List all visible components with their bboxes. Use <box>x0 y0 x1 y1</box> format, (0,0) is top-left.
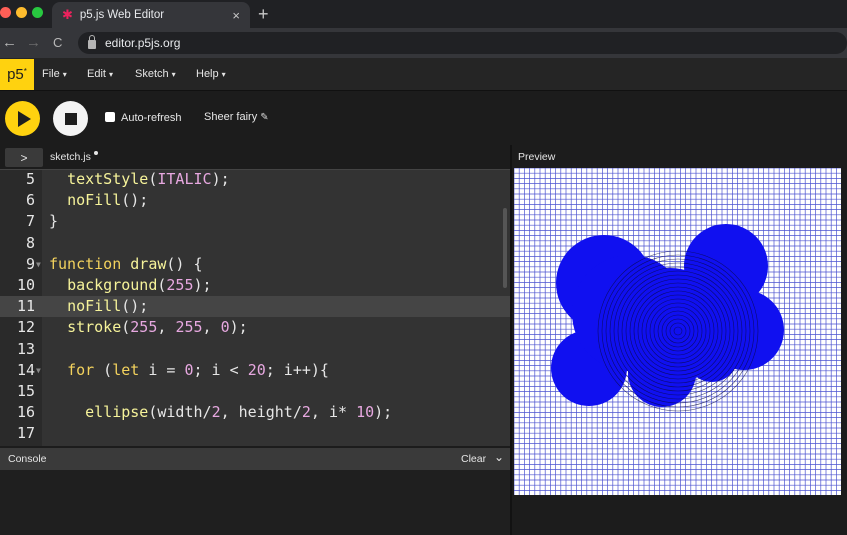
menu-sketch[interactable]: Sketch ▾ <box>135 68 176 80</box>
line-number: 13 <box>16 339 35 358</box>
tab-close-icon[interactable]: × <box>232 8 240 23</box>
fold-arrow-icon[interactable]: ▼ <box>36 360 41 381</box>
fold-arrow-icon[interactable]: ▼ <box>36 254 41 275</box>
console-clear-button[interactable]: Clear <box>461 453 486 465</box>
forward-icon[interactable]: → <box>26 34 41 51</box>
logo-text: p5 <box>7 66 24 83</box>
line-code: noFill(); <box>67 191 149 210</box>
chevron-down-icon: ▾ <box>171 70 176 79</box>
line-code: noFill(); <box>67 297 149 316</box>
sketch-toolbar: Auto-refresh Sheer fairy ✎ <box>0 92 847 144</box>
code-line[interactable]: 10 background(255); <box>0 275 510 296</box>
window-zoom-icon[interactable] <box>32 7 43 18</box>
browser-toolbar: ← → C editor.p5js.org <box>0 28 847 58</box>
code-line[interactable]: 7} <box>0 211 510 232</box>
code-line[interactable]: 17 <box>0 423 510 444</box>
stop-icon <box>64 112 77 125</box>
lock-icon <box>88 35 96 49</box>
menu-sketch-label: Sketch <box>135 68 169 80</box>
address-bar[interactable]: editor.p5js.org <box>78 32 847 54</box>
line-number: 5 <box>25 170 35 188</box>
unsaved-dot-icon <box>94 151 98 155</box>
line-number: 7 <box>25 212 35 231</box>
editor-menubar: p5 * File ▾ Edit ▾ Sketch ▾ Help ▾ <box>0 58 847 91</box>
console-header: Console Clear ⌄ <box>0 448 510 470</box>
code-line[interactable]: 13 <box>0 339 510 360</box>
code-line[interactable]: 6 noFill(); <box>0 190 510 211</box>
code-line[interactable]: 8 <box>0 233 510 254</box>
line-number: 11 <box>16 297 35 316</box>
code-editor[interactable]: 5 textStyle(ITALIC); 6 noFill(); 7} 8 9 ▼ func… <box>0 169 510 446</box>
logo-asterisk: * <box>23 66 27 76</box>
line-number: 15 <box>16 382 35 400</box>
play-button[interactable] <box>5 101 40 136</box>
sketch-name-text: Sheer fairy <box>204 111 258 123</box>
line-number: 6 <box>25 191 35 210</box>
code-line[interactable]: 16 ellipse(width/2, height/2, i* 10); <box>0 402 510 423</box>
reload-icon[interactable]: C <box>53 35 62 50</box>
play-icon <box>18 110 31 127</box>
pencil-icon[interactable]: ✎ <box>260 112 268 123</box>
line-code: } <box>49 212 59 231</box>
window-minimize-icon[interactable] <box>16 7 27 18</box>
menu-edit-label: Edit <box>87 68 106 80</box>
line-code: stroke(255, 255, 0); <box>67 318 248 337</box>
line-number: 14 <box>16 360 35 379</box>
back-icon[interactable]: ← <box>2 34 17 51</box>
chevron-right-icon: > <box>20 150 28 165</box>
chevron-down-icon: ▾ <box>108 70 113 79</box>
auto-refresh-label: Auto-refresh <box>121 112 182 124</box>
auto-refresh-checkbox[interactable] <box>105 112 115 122</box>
preview-label: Preview <box>518 151 556 163</box>
sketch-name[interactable]: Sheer fairy ✎ <box>204 111 269 123</box>
line-number: 16 <box>16 403 35 422</box>
browser-tab-bar: ✱ p5.js Web Editor × + <box>0 0 847 28</box>
preview-area <box>512 495 847 535</box>
line-number: 9 <box>25 254 35 273</box>
tab-title: p5.js Web Editor <box>79 9 165 21</box>
p5-logo[interactable]: p5 * <box>0 59 34 90</box>
pane-divider[interactable] <box>510 145 512 535</box>
console-output[interactable] <box>0 470 510 535</box>
menu-edit[interactable]: Edit ▾ <box>87 68 113 80</box>
menu-file-label: File <box>42 68 60 80</box>
code-line[interactable]: 9 ▼ function draw() { <box>0 254 510 275</box>
browser-tab[interactable]: ✱ p5.js Web Editor × <box>52 2 250 28</box>
code-line-partial <box>0 445 510 446</box>
menu-help-label: Help <box>196 68 219 80</box>
stop-button[interactable] <box>53 101 88 136</box>
line-code: function draw() { <box>49 254 203 273</box>
file-tab-sketch-js[interactable]: sketch.js <box>50 151 91 163</box>
preview-canvas[interactable] <box>514 168 841 495</box>
p5-favicon-icon: ✱ <box>62 7 73 22</box>
address-url: editor.p5js.org <box>105 36 181 50</box>
menu-help[interactable]: Help ▾ <box>196 68 226 80</box>
menu-file[interactable]: File ▾ <box>42 68 67 80</box>
code-line[interactable]: 12 stroke(255, 255, 0); <box>0 317 510 338</box>
line-number: 8 <box>25 233 35 252</box>
code-line[interactable]: 5 textStyle(ITALIC); <box>0 170 510 190</box>
chevron-down-icon[interactable]: ⌄ <box>494 450 504 464</box>
line-code: ellipse(width/2, height/2, i* 10); <box>85 403 393 422</box>
line-code: for (let i = 0; i < 20; i++){ <box>67 360 329 379</box>
expand-sidebar-button[interactable]: > <box>5 148 43 167</box>
code-line[interactable]: 11 noFill(); <box>0 296 510 318</box>
console-label: Console <box>8 453 47 465</box>
chevron-down-icon: ▾ <box>62 70 67 79</box>
line-code: textStyle(ITALIC); <box>67 170 230 188</box>
code-line[interactable]: 14 ▼ for (let i = 0; i < 20; i++){ <box>0 360 510 381</box>
chevron-down-icon: ▾ <box>221 70 226 79</box>
code-line[interactable]: 15 <box>0 381 510 402</box>
new-tab-icon[interactable]: + <box>258 4 269 25</box>
line-code: background(255); <box>67 276 212 294</box>
line-number: 17 <box>16 424 35 443</box>
line-number: 12 <box>16 318 35 337</box>
file-tab-bar: > sketch.js <box>0 145 510 169</box>
line-number: 10 <box>16 276 35 294</box>
window-close-icon[interactable] <box>0 7 11 18</box>
